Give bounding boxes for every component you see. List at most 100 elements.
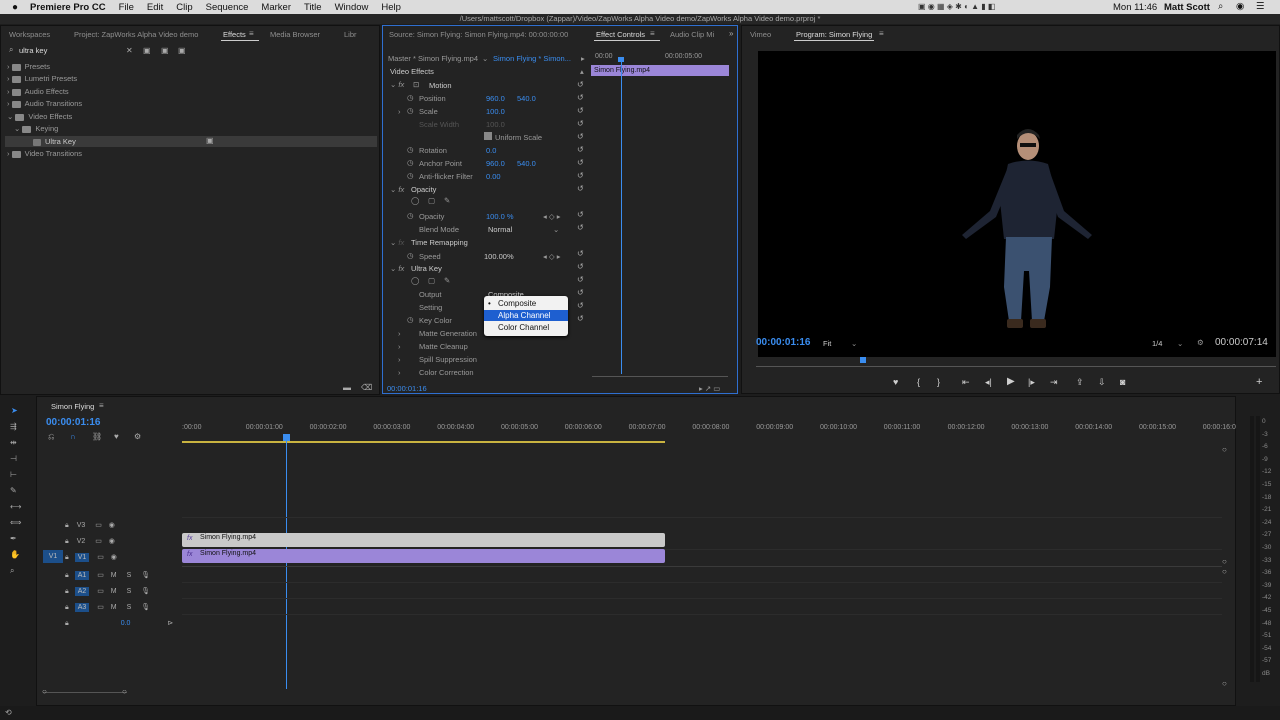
linked-selection-icon[interactable]: ⛓ <box>92 432 102 442</box>
tree-lumetri[interactable]: › Lumetri Presets <box>7 74 77 83</box>
reset-icons[interactable]: ↺ ↺ ↺ ↺ ↺ ↺ ↺ ↺ ↺ ↺ ↺ ↺ ↺ ↺ ↺ ↺ ↺ <box>577 78 585 325</box>
menu-title[interactable]: Title <box>304 2 322 13</box>
speed-toggle-icon[interactable]: ◷ <box>407 251 414 260</box>
rotation-toggle-icon[interactable]: ◷ <box>407 145 414 154</box>
overflow-icon[interactable]: » <box>729 29 733 39</box>
tab-effects[interactable]: Effects <box>223 30 246 39</box>
program-playhead[interactable] <box>860 357 866 363</box>
matte-clean-disclosure[interactable]: › <box>398 342 401 351</box>
menu-clip[interactable]: Clip <box>176 2 192 13</box>
mic-icon[interactable]: 🎙︎ <box>141 588 150 595</box>
mark-in-icon[interactable]: { <box>917 377 920 387</box>
zoom-tool-icon[interactable]: ⌕ <box>10 566 14 576</box>
new-bin-icon[interactable]: ▬ <box>343 383 351 393</box>
position-x-value[interactable]: 960.0 <box>486 94 505 103</box>
sync-icon[interactable]: ▭ <box>97 572 104 579</box>
lock-icon[interactable]: 🔒︎ <box>65 522 69 529</box>
panel-menu-icon[interactable]: ≡ <box>650 29 655 39</box>
tab-project[interactable]: Project: ZapWorks Alpha Video demo <box>74 30 198 39</box>
app-menu[interactable]: Premiere Pro CC <box>30 2 106 13</box>
v-scroll-top-handle[interactable]: ○ <box>1222 445 1227 455</box>
opacity-keyframe-nav[interactable]: ◂ ◇ ▸ <box>543 212 560 221</box>
add-marker-icon[interactable]: ♥ <box>893 377 898 387</box>
ec-current-timecode[interactable]: 00:00:01:16 <box>387 384 427 393</box>
rotation-value[interactable]: 0.0 <box>486 146 496 155</box>
spill-label[interactable]: Spill Suppression <box>419 355 477 364</box>
dropdown-composite[interactable]: • Composite <box>484 298 568 309</box>
a-scroll-top-handle[interactable]: ○ <box>1222 567 1227 577</box>
menu-window[interactable]: Window <box>335 2 369 13</box>
scroll-up-icon[interactable]: ▴ <box>580 67 584 76</box>
ec-export-icons[interactable]: ▸ ↗ ▭ <box>699 384 720 393</box>
zoom-left-handle[interactable]: ○ <box>42 687 47 697</box>
a-scroll-bottom-handle[interactable]: ○ <box>1222 679 1227 689</box>
program-timecode[interactable]: 00:00:01:16 <box>756 337 810 348</box>
ec-clip-bar[interactable]: Simon Flying.mp4 <box>591 65 729 76</box>
opacity-disclosure[interactable]: ⌄ fx <box>390 185 404 194</box>
flicker-toggle-icon[interactable]: ◷ <box>407 171 414 180</box>
solo-button[interactable]: S <box>127 604 132 611</box>
speed-keyframe-nav[interactable]: ◂ ◇ ▸ <box>543 252 560 261</box>
uniform-scale-checkbox[interactable] <box>484 132 492 140</box>
chevron-down-icon[interactable]: ⌄ <box>1177 339 1183 348</box>
matte-gen-label[interactable]: Matte Generation <box>419 329 477 338</box>
settings-wrench-icon[interactable]: ⚙ <box>134 432 141 442</box>
source-patch-v1[interactable]: V1 <box>43 550 63 563</box>
sync-icon[interactable]: ▭ <box>95 522 102 529</box>
chevron-down-icon[interactable]: ⌄ <box>482 54 488 63</box>
tree-audio-effects[interactable]: › Audio Effects <box>7 87 69 96</box>
opacity-value[interactable]: 100.0 % <box>486 212 514 221</box>
timeline-playhead-head[interactable] <box>283 434 290 441</box>
extract-icon[interactable]: ⇩ <box>1098 377 1106 388</box>
track-label-a1[interactable]: A1 <box>74 571 90 580</box>
sync-icon[interactable]: ▭ <box>97 554 104 561</box>
track-label-a3[interactable]: A3 <box>74 603 90 612</box>
sequence-clip-label[interactable]: Simon Flying * Simon... <box>493 54 571 63</box>
menu-sequence[interactable]: Sequence <box>206 2 249 13</box>
blend-select[interactable]: Normal <box>488 225 512 234</box>
eye-icon[interactable]: ◉ <box>111 554 117 561</box>
mute-button[interactable]: M <box>111 588 117 595</box>
ellipse-mask-icon[interactable]: ◯ <box>411 276 419 285</box>
add-button-icon[interactable]: + <box>1256 376 1262 388</box>
color-corr-disclosure[interactable]: › <box>398 368 401 377</box>
play-icon[interactable]: ▸ <box>581 54 585 63</box>
flicker-value[interactable]: 0.00 <box>486 172 501 181</box>
motion-transform-icon[interactable]: ⊡ <box>413 80 419 89</box>
position-y-value[interactable]: 540.0 <box>517 94 536 103</box>
tree-video-transitions[interactable]: › Video Transitions <box>7 149 82 158</box>
tree-ultra-key[interactable]: Ultra Key <box>33 137 76 146</box>
play-button[interactable]: ▶ <box>1007 376 1015 387</box>
clip-v2[interactable]: fx Simon Flying.mp4 <box>182 533 665 547</box>
dropdown-color-channel[interactable]: Color Channel <box>484 322 568 333</box>
zoom-right-handle[interactable]: ○ <box>122 687 127 697</box>
pen-icon[interactable]: ✒ <box>10 534 17 544</box>
tree-video-effects[interactable]: ⌄ Video Effects <box>7 112 72 121</box>
tab-effect-controls[interactable]: Effect Controls <box>596 30 645 39</box>
mic-icon[interactable]: 🎙︎ <box>141 604 150 611</box>
lock-icon[interactable]: 🔒︎ <box>65 538 69 545</box>
menu-edit[interactable]: Edit <box>147 2 163 13</box>
anchor-y-value[interactable]: 540.0 <box>517 159 536 168</box>
v-scroll-mid-handle[interactable]: ○ <box>1222 557 1227 567</box>
hand-tool-icon[interactable]: ✋ <box>10 550 20 560</box>
color-corr-label[interactable]: Color Correction <box>419 368 474 377</box>
rect-mask-icon[interactable]: ▢ <box>428 196 435 205</box>
tab-source[interactable]: Source: Simon Flying: Simon Flying.mp4: … <box>389 30 568 39</box>
zoom-scrollbar[interactable] <box>43 692 127 693</box>
slip-tool-icon[interactable]: ⊢ <box>10 470 17 480</box>
mark-out-icon[interactable]: } <box>937 377 940 387</box>
ec-zoom-slider[interactable] <box>592 376 728 379</box>
resolution-select[interactable]: 1/4 <box>1152 339 1162 348</box>
timeline-timecode[interactable]: 00:00:01:16 <box>46 417 100 428</box>
menu-help[interactable]: Help <box>381 2 401 13</box>
menu-marker[interactable]: Marker <box>261 2 291 13</box>
video-frame[interactable] <box>758 51 1276 357</box>
spill-disclosure[interactable]: › <box>398 355 401 364</box>
speed-value[interactable]: 100.00% <box>484 252 514 261</box>
master-volume[interactable]: 0.0 <box>121 620 131 627</box>
lock-icon[interactable]: 🔒︎ <box>65 620 69 627</box>
lock-icon[interactable]: 🔒︎ <box>65 604 69 611</box>
clip-v1[interactable]: fx Simon Flying.mp4 <box>182 549 665 563</box>
pen-mask-icon[interactable]: ✎ <box>444 276 450 285</box>
